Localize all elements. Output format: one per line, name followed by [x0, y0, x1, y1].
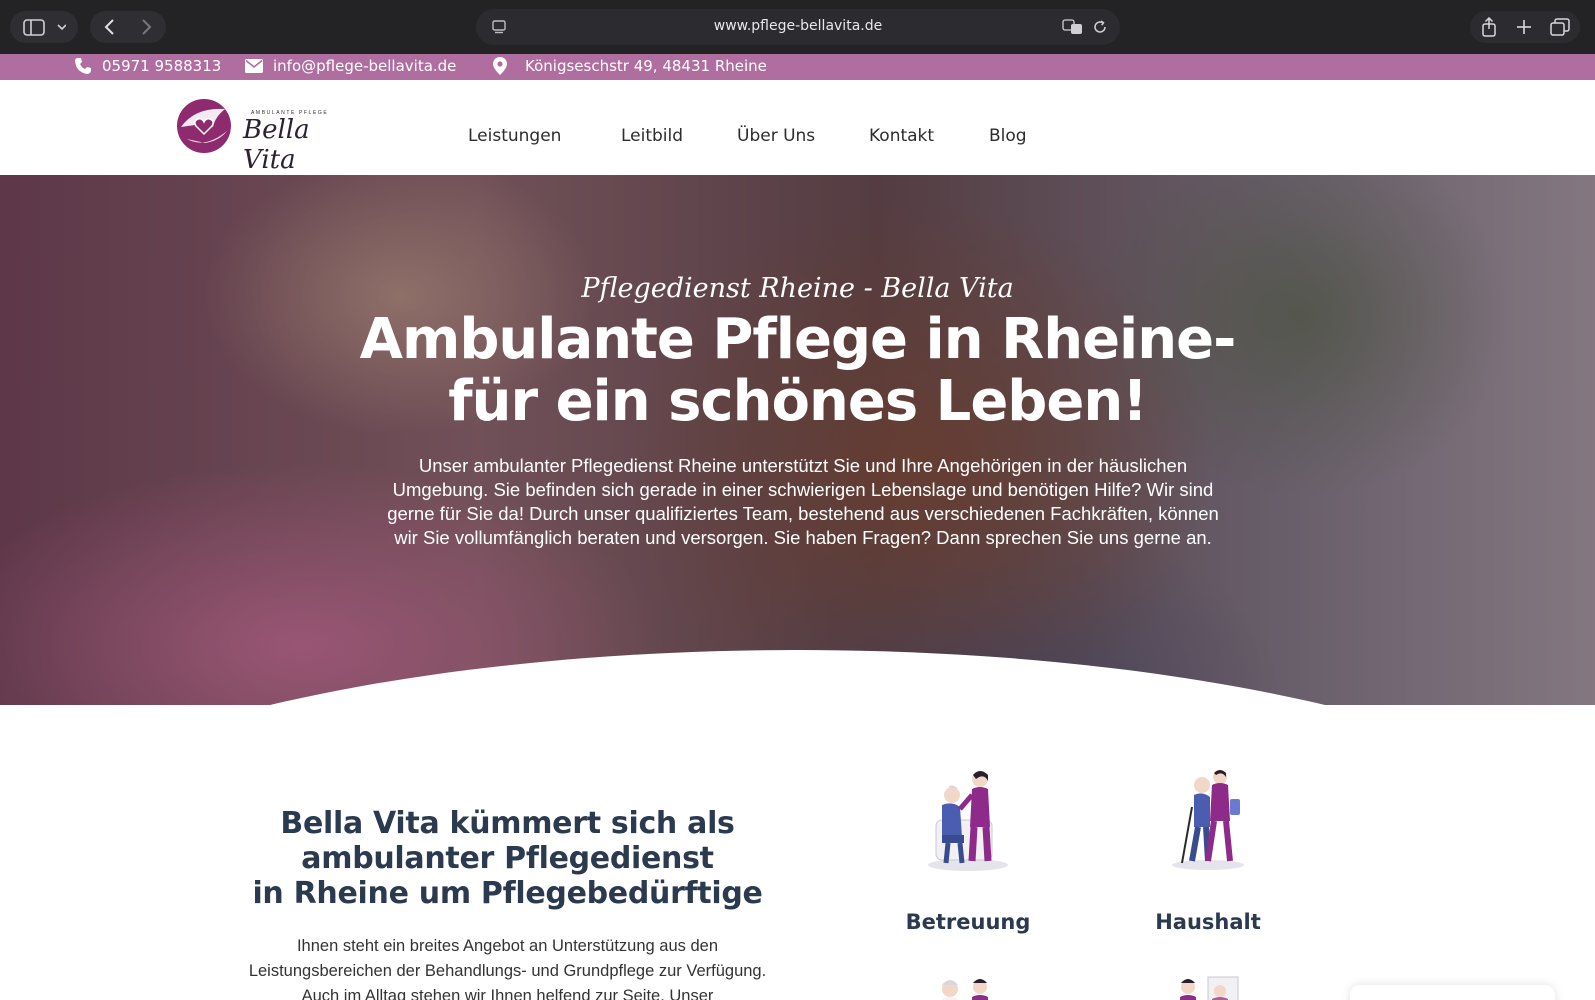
address-text[interactable]: Königseschstr 49, 48431 Rheine	[525, 57, 767, 75]
location-pin-icon	[493, 57, 507, 75]
share-icon[interactable]	[1480, 17, 1498, 37]
back-forward-group	[90, 11, 166, 43]
phone-link[interactable]: 05971 9588313	[74, 57, 221, 75]
hero-title-line-1: Ambulante Pflege in Rheine-	[359, 307, 1237, 372]
nav-item-blog[interactable]: Blog	[989, 126, 1027, 146]
logo-name: Bella Vita	[243, 115, 310, 175]
service-label-haushalt[interactable]: Haushalt	[1108, 910, 1308, 934]
intro-title-line-3: in Rheine um Pflegebedürftige	[252, 876, 763, 911]
email-link[interactable]: info@pflege-bellavita.de	[245, 57, 456, 75]
chat-widget-card[interactable]	[1350, 985, 1555, 1000]
intro-title: Bella Vita kümmert sich als ambulanter P…	[230, 806, 785, 911]
caregiver-illustration-row2-right-icon	[1180, 976, 1239, 1000]
new-tab-icon[interactable]	[1516, 19, 1532, 35]
address-link[interactable]: Königseschstr 49, 48431 Rheine	[493, 57, 767, 75]
address-bar[interactable]: www.pflege-bellavita.de	[476, 9, 1120, 45]
phone-icon	[75, 58, 91, 74]
caregiver-walking-illustration-icon	[1172, 770, 1244, 870]
nav-item-ueber-uns[interactable]: Über Uns	[737, 126, 815, 146]
contact-bar: 05971 9588313 info@pflege-bellavita.de K…	[0, 54, 1595, 80]
nav-item-leitbild[interactable]: Leitbild	[621, 126, 683, 146]
envelope-icon	[245, 59, 263, 73]
phone-text[interactable]: 05971 9588313	[102, 57, 221, 75]
intro-title-line-1: Bella Vita kümmert sich als	[280, 806, 735, 841]
intro-text: Ihnen steht ein breites Angebot an Unter…	[248, 937, 767, 1000]
translate-icon[interactable]	[1062, 19, 1084, 35]
service-betreuung[interactable]: Betreuung	[868, 765, 1068, 945]
hero-overlay	[0, 175, 1595, 705]
url-text[interactable]: www.pflege-bellavita.de	[476, 18, 1120, 34]
sidebar-toggle-button[interactable]	[10, 11, 78, 43]
hero-subtitle: Pflegedienst Rheine - Bella Vita	[581, 273, 1014, 304]
caregiver-illustration-row2-left-icon	[942, 979, 988, 1000]
service-label-betreuung[interactable]: Betreuung	[868, 910, 1068, 934]
site-header: AMBULANTE PFLEGE Bella Vita Leistungen L…	[0, 80, 1595, 175]
nav-item-kontakt[interactable]: Kontakt	[869, 126, 934, 146]
tab-overview-icon[interactable]	[1550, 18, 1570, 36]
email-text[interactable]: info@pflege-bellavita.de	[273, 57, 456, 75]
sidebar-icon	[23, 19, 66, 36]
reload-icon[interactable]	[1092, 19, 1108, 35]
hero-title-line-2: für ein schönes Leben!	[448, 369, 1148, 434]
hero-section: Pflegedienst Rheine - Bella Vita Ambulan…	[0, 175, 1595, 705]
forward-icon[interactable]	[136, 18, 156, 36]
caregiver-seated-illustration-icon	[928, 771, 1008, 871]
intro-title-line-2: ambulanter Pflegedienst	[301, 841, 714, 876]
back-icon[interactable]	[100, 18, 120, 36]
hero-description: Unser ambulanter Pflegedienst Rheine unt…	[387, 455, 1219, 548]
service-haushalt[interactable]: Haushalt	[1108, 765, 1308, 945]
heart-hands-logo-icon	[177, 99, 231, 153]
browser-toolbar: www.pflege-bellavita.de	[0, 0, 1595, 54]
hero-title: Ambulante Pflege in Rheine- für ein schö…	[0, 309, 1595, 433]
nav-item-leistungen[interactable]: Leistungen	[468, 126, 561, 146]
logo[interactable]: AMBULANTE PFLEGE Bella Vita	[175, 97, 345, 175]
share-button[interactable]	[1470, 11, 1580, 43]
